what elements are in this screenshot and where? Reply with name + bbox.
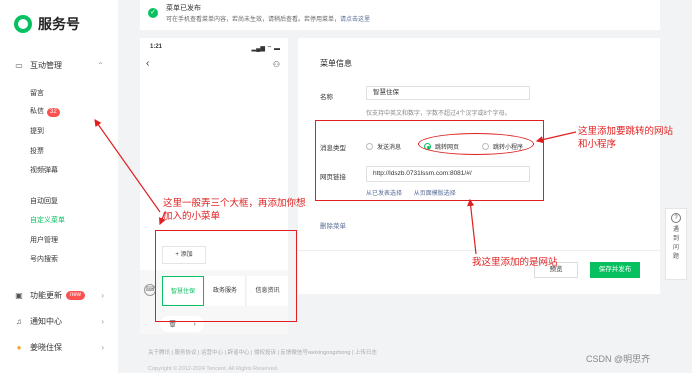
name-label: 名称: [320, 94, 333, 101]
signal-icon: ▂▄▆ ⌔ ▬: [251, 46, 280, 52]
sidebar-item-label: 私信: [30, 108, 44, 115]
sidebar-item-comments[interactable]: 留言: [30, 88, 44, 98]
back-arrow-icon[interactable]: ‹: [146, 58, 149, 69]
check-icon: ✓: [148, 8, 158, 18]
notice-title: 菜单已发布: [166, 5, 201, 12]
help-tab[interactable]: ? 遇 到 问 题: [665, 208, 687, 280]
sidebar-item-in-account-search[interactable]: 号内搜索: [30, 254, 58, 264]
nav-group-label: 通知中心: [30, 317, 62, 326]
sidebar: 服务号 ▭ 互动管理 ⌃ 留言 私信 32 提到 投票 视频弹幕 自动回复 自定义…: [0, 0, 118, 373]
new-badge: new: [66, 291, 86, 300]
name-hint: 仅支持中英文和数字，字数不超过4个汉字或8个字母。: [366, 111, 511, 117]
phone-time: 1:21: [150, 44, 163, 50]
sidebar-item-auto-reply[interactable]: 自动回复: [30, 196, 58, 206]
help-char: 到: [672, 236, 679, 242]
watermark: CSDN @明思齐: [586, 354, 651, 364]
question-icon: ?: [671, 213, 681, 223]
nav-group-notify[interactable]: ♫ 通知中心 ›: [14, 316, 104, 327]
notice-desc-text: 可在手机查看菜单内容，若尚未生效，请稍后查看。若停用菜单，: [166, 17, 341, 23]
save-publish-button[interactable]: 保存并发布: [590, 262, 640, 278]
footer-links: 关于腾讯 | 服务协议 | 运营中心 | 辟谣中心 | 侵权投诉 | 反馈微信号…: [148, 350, 377, 356]
nav-group-account[interactable]: ● 姜晓住保 ›: [14, 342, 104, 353]
annotation-left-note: 这里一般弄三个大框，再添加你想加入的小菜单: [163, 198, 306, 222]
bell-icon: ♫: [16, 317, 22, 326]
logo-icon: [14, 15, 32, 33]
menu-name-input[interactable]: 智慧住保: [366, 86, 530, 100]
chat-icon: ▭: [15, 61, 23, 70]
help-char: 题: [672, 254, 679, 260]
nav-group-label: 姜晓住保: [30, 343, 62, 352]
brand-name: 服务号: [38, 16, 80, 32]
help-char: 遇: [672, 227, 679, 233]
nav-group-label: 功能更新: [30, 291, 62, 300]
annotation-ellipse-types: [418, 133, 534, 155]
nav-group-interaction[interactable]: ▭ 互动管理 ⌃: [14, 60, 104, 71]
annotation-box-form: [315, 120, 544, 201]
publish-notice: ✓ 菜单已发布 可在手机查看菜单内容，若尚未生效，请稍后查看。若停用菜单，请点击…: [140, 0, 660, 30]
logo[interactable]: 服务号: [14, 14, 80, 34]
sidebar-item-custom-menu[interactable]: 自定义菜单: [30, 215, 65, 225]
panel-title: 菜单信息: [320, 59, 352, 68]
user-icon[interactable]: ⚇: [273, 60, 280, 69]
footer-copyright: Copyright © 2012-2024 Tencent. All Right…: [148, 366, 279, 372]
nav-group-features[interactable]: ▣ 功能更新 new ›: [14, 290, 104, 301]
sidebar-item-votes[interactable]: 投票: [30, 146, 44, 156]
account-avatar-icon: ●: [16, 343, 22, 352]
update-icon: ▣: [15, 291, 23, 300]
chevron-up-icon: ⌃: [97, 61, 104, 70]
sidebar-item-user-management[interactable]: 用户管理: [30, 235, 58, 245]
chevron-right-icon: ›: [101, 291, 104, 300]
chevron-right-icon: ›: [101, 343, 104, 352]
notice-desc: 可在手机查看菜单内容，若尚未生效，请稍后查看。若停用菜单，请点击这里: [166, 14, 370, 23]
help-char: 问: [672, 245, 679, 251]
annotation-box-menu: [155, 230, 297, 322]
divider: [298, 250, 660, 251]
nav-group-label: 互动管理: [30, 61, 62, 70]
annotation-right-note: 这里添加要跳转的网站和小程序: [578, 126, 674, 150]
messages-badge: 32: [47, 108, 60, 117]
annotation-url-note: 我这里添加的是网站: [472, 257, 558, 268]
sidebar-item-video-danmaku[interactable]: 视频弹幕: [30, 165, 58, 175]
sidebar-item-messages[interactable]: 私信 32: [30, 106, 60, 117]
delete-menu-link[interactable]: 删除菜单: [320, 220, 346, 230]
notice-link[interactable]: 请点击这里: [340, 17, 370, 23]
sidebar-item-mentions[interactable]: 提到: [30, 126, 44, 136]
chevron-right-icon: ›: [101, 317, 104, 326]
